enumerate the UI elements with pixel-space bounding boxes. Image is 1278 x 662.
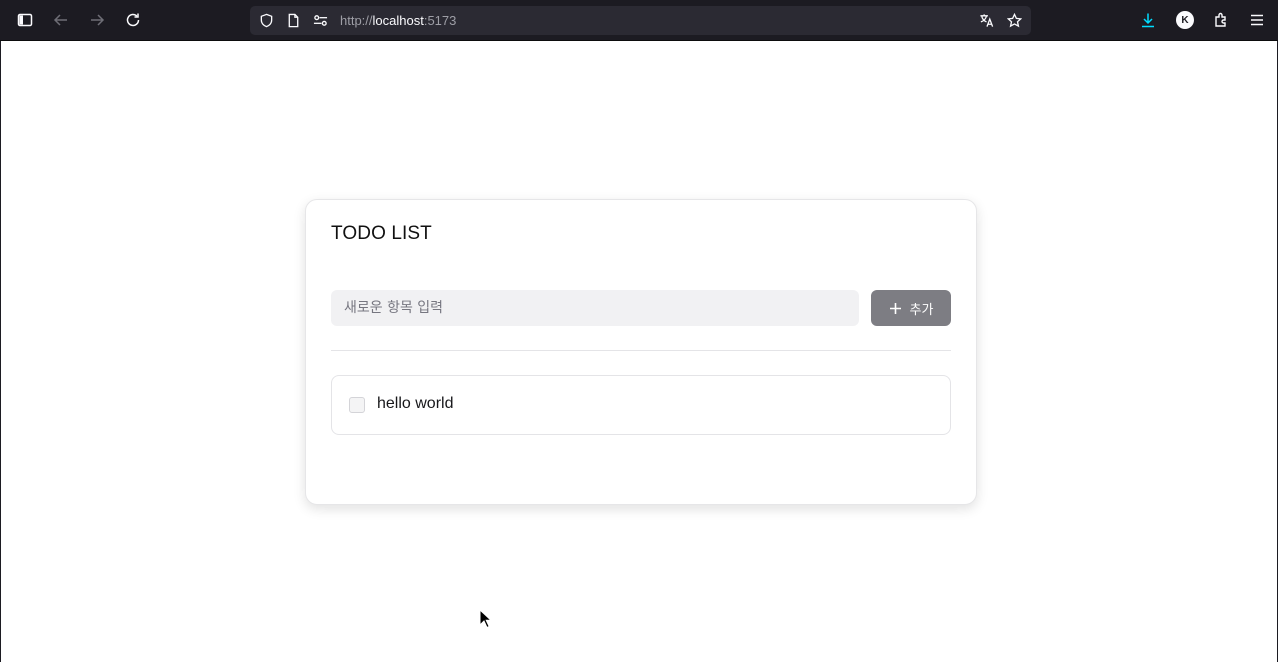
page-icon[interactable]: [285, 12, 302, 29]
plus-icon: [889, 302, 901, 314]
todo-checkbox[interactable]: [349, 397, 365, 413]
extensions-icon[interactable]: [1209, 9, 1233, 31]
bookmark-star-icon[interactable]: [1006, 12, 1023, 29]
url-text[interactable]: http://localhost:5173: [340, 13, 456, 28]
menu-icon[interactable]: [1245, 9, 1269, 31]
shield-icon[interactable]: [258, 12, 275, 29]
back-arrow-icon[interactable]: [49, 9, 73, 31]
permissions-icon[interactable]: [312, 12, 329, 29]
page-title: TODO LIST: [331, 223, 432, 244]
window-border-left: [0, 41, 1, 662]
translate-icon[interactable]: [978, 12, 995, 29]
todo-text: hello world: [377, 395, 454, 412]
address-bar[interactable]: http://localhost:5173: [250, 6, 1031, 35]
todo-item: hello world: [331, 375, 951, 435]
todo-card: TODO LIST 추가 hello world: [305, 199, 977, 505]
sidebar-toggle-icon[interactable]: [13, 9, 37, 31]
download-icon[interactable]: [1136, 9, 1160, 31]
browser-toolbar: http://localhost:5173 K: [0, 0, 1278, 41]
profile-avatar[interactable]: K: [1176, 11, 1194, 29]
divider: [331, 350, 951, 351]
reload-icon[interactable]: [121, 9, 145, 31]
new-todo-input[interactable]: [331, 290, 859, 326]
add-todo-button[interactable]: 추가: [871, 290, 951, 326]
mouse-cursor-icon: [479, 609, 493, 629]
forward-arrow-icon[interactable]: [85, 9, 109, 31]
add-todo-label: 추가: [909, 302, 934, 318]
